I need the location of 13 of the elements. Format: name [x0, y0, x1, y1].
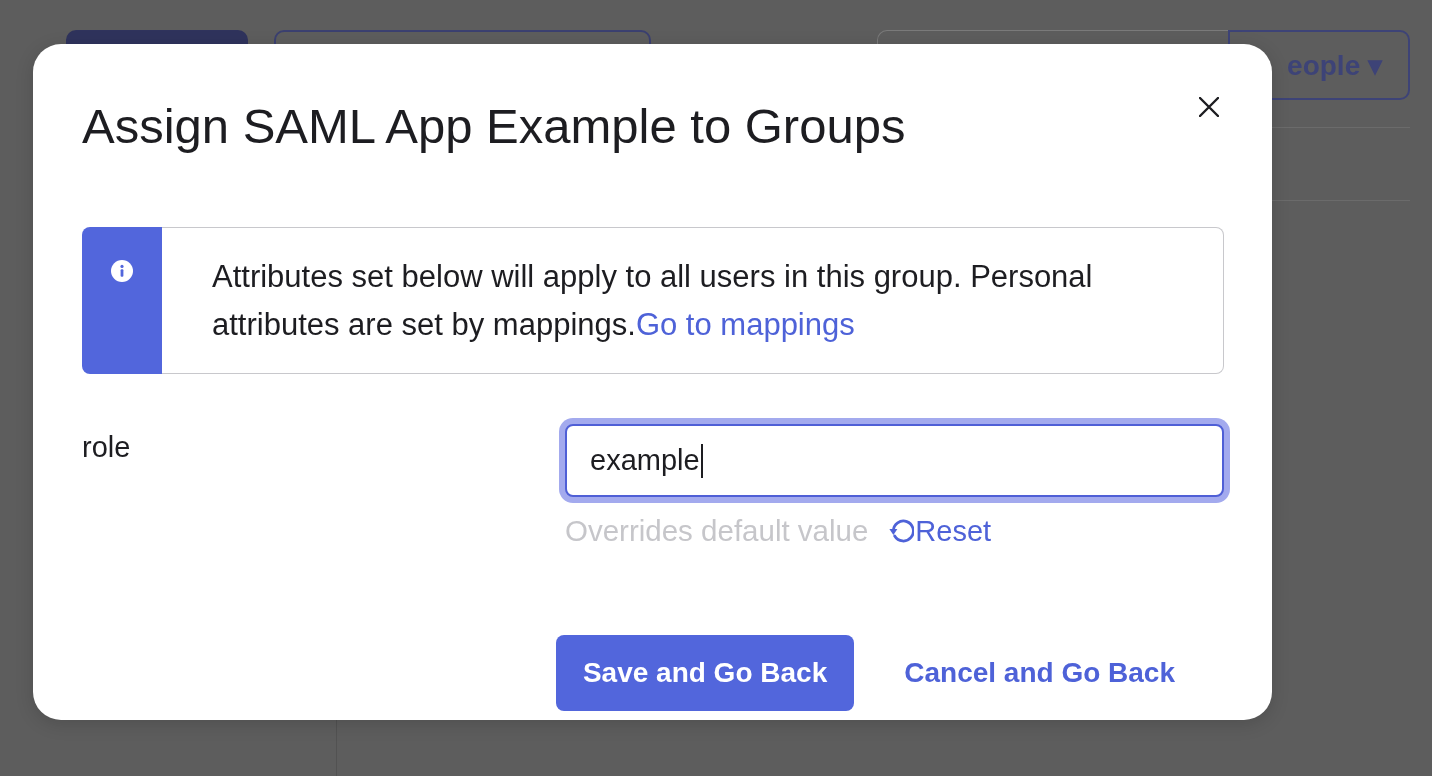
info-message: Attributes set below will apply to all users in this group. Personal attributes are set by mappings.Go to mappings: [212, 258, 1094, 344]
text-caret-icon: [700, 443, 703, 478]
close-icon: [1199, 97, 1219, 117]
mappings-link[interactable]: Go to mappings: [635, 307, 855, 342]
field-hint: Overrides default value: [565, 515, 869, 547]
cancel-button[interactable]: Cancel and Go Back: [904, 656, 1175, 690]
reset-link[interactable]: Reset: [889, 515, 992, 547]
dialog-title: Assign SAML App Example to Groups: [82, 100, 906, 152]
field-label: role: [82, 430, 132, 465]
info-icon: [111, 260, 133, 282]
save-button[interactable]: Save and Go Back: [555, 635, 855, 711]
close-button[interactable]: [1196, 94, 1222, 120]
reset-icon: [889, 519, 915, 543]
